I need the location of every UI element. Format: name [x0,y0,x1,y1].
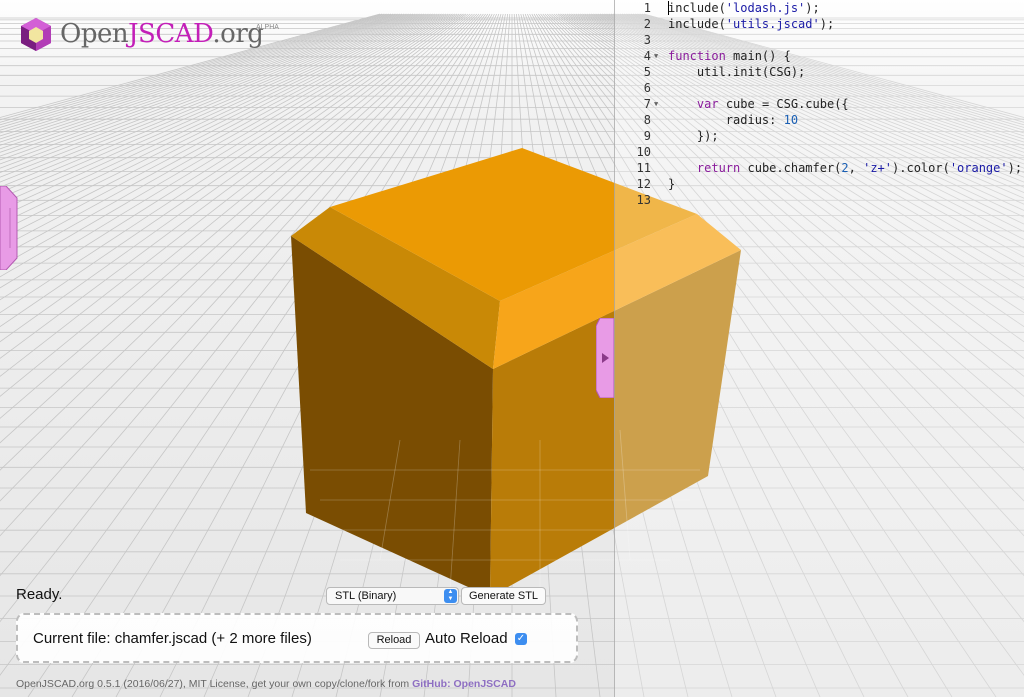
code-line[interactable]: 4 ▼ function main() { [615,48,1024,64]
code-token: 'z+' [863,161,893,175]
generate-stl-button[interactable]: Generate STL [461,587,546,605]
code-token: 'utils.jscad' [725,17,820,31]
line-number: 7 [643,97,651,111]
code-token: main() { [725,49,791,63]
code-editor[interactable]: 1 include('lodash.js'); 2 include('utils.js… [614,0,1024,697]
line-number: 2 [643,17,651,31]
github-link[interactable]: GitHub: OpenJSCAD [412,678,516,690]
code-token: include( [668,1,726,15]
code-token: }); [668,129,719,143]
fold-arrow-icon[interactable]: ▼ [654,48,658,64]
line-number: 3 [643,33,651,47]
code-token: ).color( [892,161,950,175]
footer: OpenJSCAD.org 0.5.1 (2016/06/27), MIT Li… [16,678,516,690]
line-number: 6 [643,81,651,95]
code-line[interactable]: 10 [615,144,1024,160]
code-line[interactable]: 3 [615,32,1024,48]
code-token: 'lodash.js' [725,1,806,15]
code-line[interactable]: 5 util.init(CSG); [615,64,1024,80]
logo-wordmark: OpenJSCAD.org [60,19,264,49]
code-token: 'orange' [949,161,1008,175]
openjscad-logo[interactable]: OpenJSCAD.org ALPHA [18,14,279,54]
code-token: ); [1007,161,1023,175]
left-menu-tab[interactable] [0,186,18,270]
code-token: cube = CSG.cube({ [718,97,849,111]
code-line[interactable]: 11 return cube.chamfer(2, 'z+').color('o… [615,160,1024,176]
line-number: 1 [643,1,651,15]
line-number: 13 [636,193,651,207]
code-line[interactable]: 9 }); [615,128,1024,144]
line-number: 8 [643,113,651,127]
code-line[interactable]: 1 include('lodash.js'); [615,0,1024,16]
line-number: 9 [643,129,651,143]
code-token: } [668,177,676,191]
code-line[interactable]: 6 [615,80,1024,96]
line-number: 12 [636,177,651,191]
footer-text: OpenJSCAD.org 0.5.1 (2016/06/27), MIT Li… [16,678,413,690]
select-arrows-icon: ▲ ▼ [444,589,457,603]
code-text: util.init(CSG); [668,64,805,80]
code-token: return [696,161,741,175]
code-token: cube.chamfer( [740,161,842,175]
code-text: radius: 10 [668,112,798,128]
code-token: function [668,49,726,63]
logo-open-text: Open [60,19,129,49]
code-text: function main() { [668,48,791,64]
text-cursor [668,1,669,15]
code-token: radius: [668,113,784,127]
code-text: } [668,176,675,192]
code-token: util.init(CSG); [668,65,806,79]
code-text: }); [668,128,719,144]
status-text: Ready. [16,586,63,603]
code-token: ); [805,1,820,15]
editor-toggle-tab[interactable] [596,318,614,398]
code-token: , [848,161,864,175]
reload-button[interactable]: Reload [368,632,420,649]
code-line[interactable]: 12} [615,176,1024,192]
code-text: var cube = CSG.cube({ [668,96,849,112]
file-panel: Current file: chamfer.jscad (+ 2 more fi… [16,613,578,663]
code-token: 10 [783,113,799,127]
line-number: 5 [643,65,651,79]
export-format-value: STL (Binary) [335,590,397,602]
code-token: var [696,97,719,111]
code-line[interactable]: 8 radius: 10 [615,112,1024,128]
line-number: 4 [643,49,651,63]
alpha-badge: ALPHA [256,24,279,31]
logo-jscad-text: JSCAD [128,19,213,49]
export-format-select[interactable]: STL (Binary) ▲ ▼ [326,587,459,605]
code-line[interactable]: 7 ▼ var cube = CSG.cube({ [615,96,1024,112]
line-number: 10 [636,145,651,159]
code-token: ); [819,17,835,31]
code-text: return cube.chamfer(2, 'z+').color('oran… [668,160,1022,176]
fold-arrow-icon[interactable]: ▼ [654,96,658,112]
code-token: include( [668,17,726,31]
line-number: 11 [636,161,651,175]
code-line[interactable]: 13 [615,192,1024,208]
auto-reload-label: Auto Reload [425,630,508,647]
code-text: include('utils.jscad'); [668,16,834,32]
cube-logo-icon [21,18,51,51]
code-line[interactable]: 2 include('utils.jscad'); [615,16,1024,32]
code-text: include('lodash.js'); [668,0,820,16]
code-token: 2 [841,161,849,175]
current-file-label: Current file: chamfer.jscad (+ 2 more fi… [33,630,312,647]
auto-reload-checkbox[interactable]: ✓ [515,633,527,645]
